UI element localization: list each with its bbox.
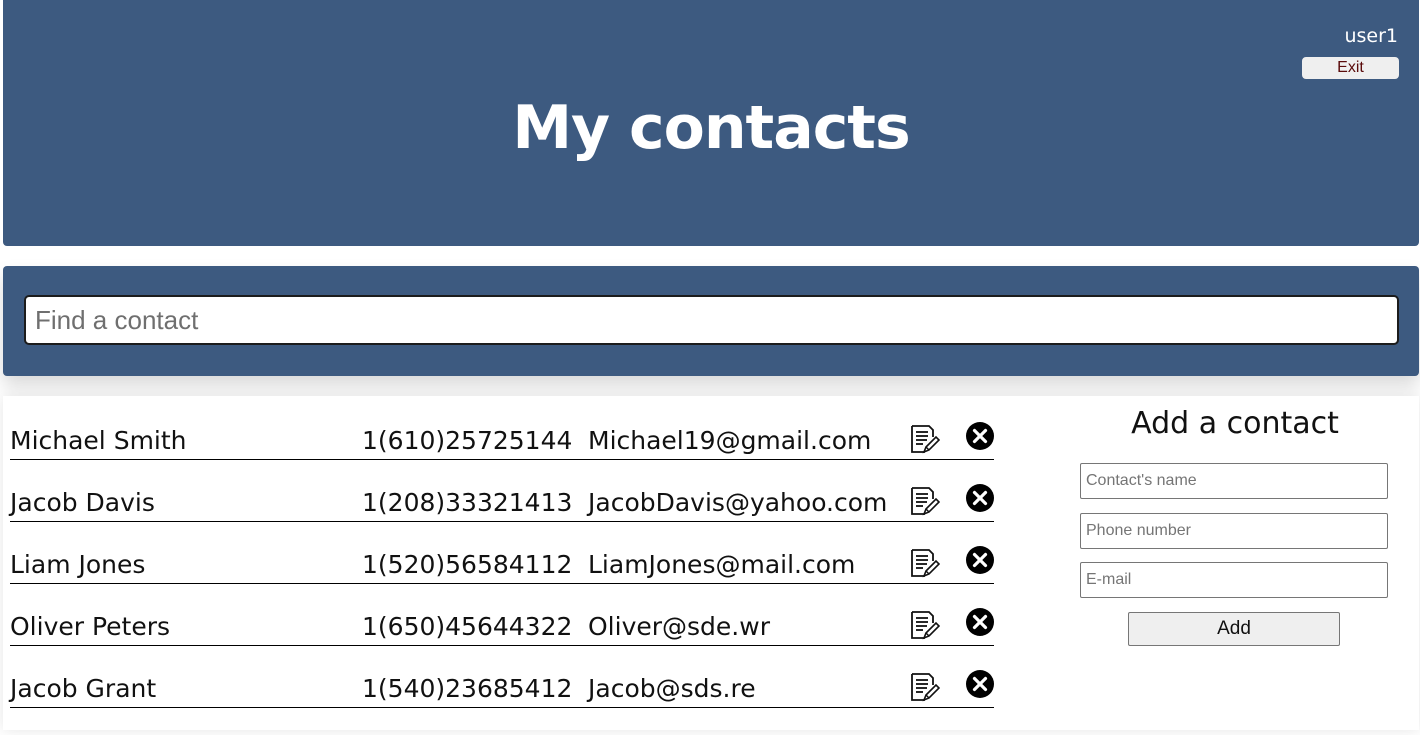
add-contact-button[interactable]: Add	[1128, 612, 1340, 646]
contact-phone: 1(610)25725144	[362, 426, 573, 455]
edit-contact-button[interactable]	[908, 423, 941, 458]
page-title: My contacts	[512, 93, 910, 163]
username-label: user1	[1344, 25, 1398, 47]
contact-row: Michael Smith 1(610)25725144 Michael19@gma…	[10, 417, 994, 460]
delete-contact-button[interactable]	[965, 545, 995, 575]
phone-number-field[interactable]	[1080, 513, 1388, 549]
delete-icon	[965, 484, 995, 516]
contact-phone: 1(208)33321413	[362, 488, 573, 517]
delete-contact-button[interactable]	[965, 421, 995, 451]
edit-icon	[908, 549, 941, 582]
main-content: Michael Smith 1(610)25725144 Michael19@gma…	[3, 396, 1419, 730]
contact-email: JacobDavis@yahoo.com	[588, 488, 888, 517]
delete-contact-button[interactable]	[965, 669, 995, 699]
delete-icon	[965, 422, 995, 454]
edit-icon	[908, 611, 941, 644]
contact-name: Liam Jones	[10, 550, 146, 579]
exit-button[interactable]: Exit	[1302, 57, 1399, 79]
delete-icon	[965, 670, 995, 702]
contact-name: Jacob Davis	[10, 488, 155, 517]
search-bar	[3, 266, 1419, 376]
edit-icon	[908, 673, 941, 706]
delete-contact-button[interactable]	[965, 483, 995, 513]
email-field[interactable]	[1080, 562, 1388, 598]
search-input[interactable]	[24, 295, 1399, 345]
contact-phone: 1(540)23685412	[362, 674, 573, 703]
edit-contact-button[interactable]	[908, 609, 941, 644]
edit-icon	[908, 487, 941, 520]
page-header: My contacts user1 Exit	[3, 0, 1419, 246]
contact-name: Oliver Peters	[10, 612, 171, 641]
edit-contact-button[interactable]	[908, 547, 941, 582]
contact-email: Oliver@sde.wr	[588, 612, 770, 641]
contact-email: LiamJones@mail.com	[588, 550, 856, 579]
contact-row: Liam Jones 1(520)56584112 LiamJones@mail.c…	[10, 522, 994, 584]
contact-email: Jacob@sds.re	[588, 674, 756, 703]
edit-contact-button[interactable]	[908, 485, 941, 520]
contact-phone: 1(650)45644322	[362, 612, 573, 641]
contact-row: Oliver Peters 1(650)45644322 Oliver@sde.wr	[10, 584, 994, 646]
contact-phone: 1(520)56584112	[362, 550, 573, 579]
edit-icon	[908, 425, 941, 458]
delete-contact-button[interactable]	[965, 607, 995, 637]
contact-row: Jacob Davis 1(208)33321413 JacobDavis@yaho…	[10, 460, 994, 522]
contact-name: Michael Smith	[10, 426, 187, 455]
add-contact-title: Add a contact	[1131, 406, 1339, 441]
delete-icon	[965, 608, 995, 640]
contact-row: Jacob Grant 1(540)23685412 Jacob@sds.re	[10, 646, 994, 708]
delete-icon	[965, 546, 995, 578]
edit-contact-button[interactable]	[908, 671, 941, 706]
contact-list: Michael Smith 1(610)25725144 Michael19@gma…	[10, 417, 994, 708]
contact-email: Michael19@gmail.com	[588, 426, 872, 455]
contact-name-field[interactable]	[1080, 463, 1388, 499]
contact-name: Jacob Grant	[10, 674, 157, 703]
